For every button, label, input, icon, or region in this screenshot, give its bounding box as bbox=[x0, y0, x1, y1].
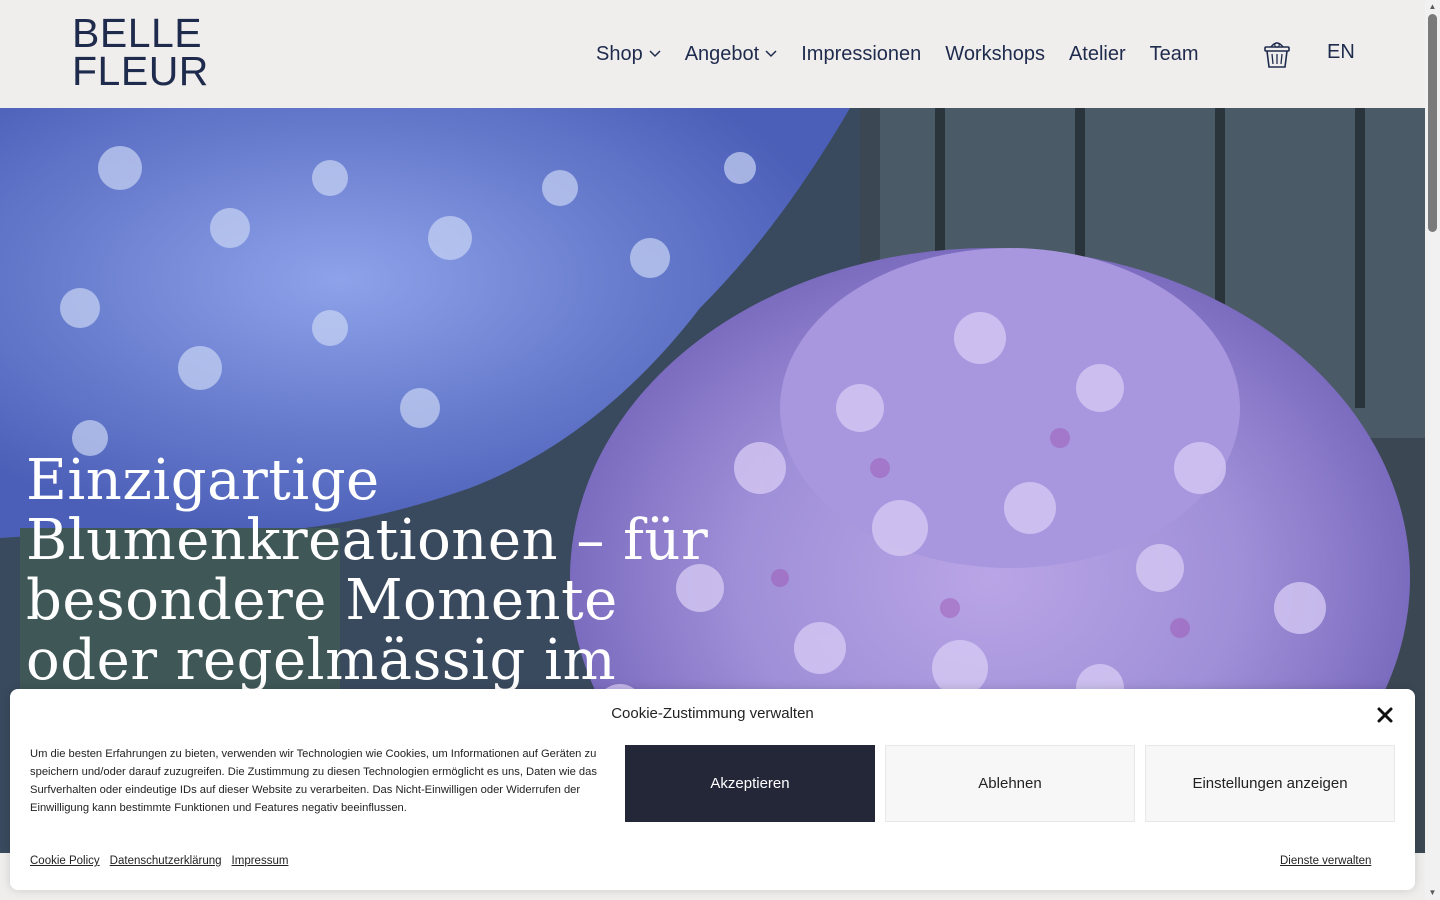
nav-label: Shop bbox=[596, 42, 643, 65]
nav-item-impressionen[interactable]: Impressionen bbox=[801, 40, 921, 68]
deny-button[interactable]: Ablehnen bbox=[885, 745, 1135, 822]
site-header: BELLE FLEUR Shop Angebot Impressionen Wo… bbox=[0, 0, 1425, 108]
nav-label: Team bbox=[1149, 42, 1199, 65]
show-settings-button[interactable]: Einstellungen anzeigen bbox=[1145, 745, 1395, 822]
language-switch[interactable]: EN bbox=[1327, 41, 1355, 64]
nav-item-angebot[interactable]: Angebot bbox=[685, 40, 778, 68]
scroll-down-arrow-icon[interactable]: ▼ bbox=[1428, 888, 1437, 897]
nav-item-atelier[interactable]: Atelier bbox=[1069, 40, 1126, 68]
cookie-consent-banner: Cookie-Zustimmung verwalten Um die beste… bbox=[10, 689, 1415, 890]
cookie-policy-link[interactable]: Cookie Policy bbox=[30, 855, 100, 867]
chevron-down-icon bbox=[765, 50, 777, 58]
nav-item-team[interactable]: Team bbox=[1150, 40, 1199, 68]
hero-title: Einzigartige Blumenkreationen – für beso… bbox=[26, 451, 766, 691]
nav-label: Workshops bbox=[945, 42, 1045, 65]
logo-line-1: BELLE bbox=[72, 10, 203, 56]
hero-title-line: Blumenkreationen – für bbox=[26, 508, 709, 573]
hero-title-line: Einzigartige bbox=[26, 448, 380, 513]
nav-label: Impressionen bbox=[801, 42, 922, 65]
close-icon[interactable] bbox=[1375, 705, 1395, 725]
page-scrollbar[interactable]: ▲ ▼ bbox=[1425, 0, 1440, 900]
nav-label: Angebot bbox=[684, 42, 760, 65]
nav-item-workshops[interactable]: Workshops bbox=[945, 40, 1045, 68]
cookie-links: Cookie Policy Datenschutzerklärung Impre… bbox=[30, 855, 288, 867]
scroll-thumb[interactable] bbox=[1428, 14, 1437, 232]
accept-button[interactable]: Akzeptieren bbox=[625, 745, 875, 822]
nav-item-shop[interactable]: Shop bbox=[596, 40, 661, 68]
basket-icon[interactable] bbox=[1262, 38, 1292, 70]
manage-services-link[interactable]: Dienste verwalten bbox=[1280, 855, 1371, 867]
logo-line-2: FLEUR bbox=[72, 48, 209, 94]
imprint-link[interactable]: Impressum bbox=[232, 855, 289, 867]
main-nav: Shop Angebot Impressionen Workshops Atel… bbox=[596, 40, 1223, 68]
chevron-down-icon bbox=[649, 50, 661, 58]
privacy-policy-link[interactable]: Datenschutzerklärung bbox=[110, 855, 222, 867]
cookie-title: Cookie-Zustimmung verwalten bbox=[611, 705, 814, 722]
site-logo[interactable]: BELLE FLEUR bbox=[72, 10, 209, 94]
hero-title-line: besondere Momente bbox=[26, 568, 618, 633]
scroll-up-arrow-icon[interactable]: ▲ bbox=[1428, 2, 1437, 11]
nav-label: Atelier bbox=[1068, 42, 1126, 65]
hero-title-line: oder regelmässig im bbox=[26, 628, 617, 693]
cookie-description: Um die besten Erfahrungen zu bieten, ver… bbox=[30, 748, 597, 814]
